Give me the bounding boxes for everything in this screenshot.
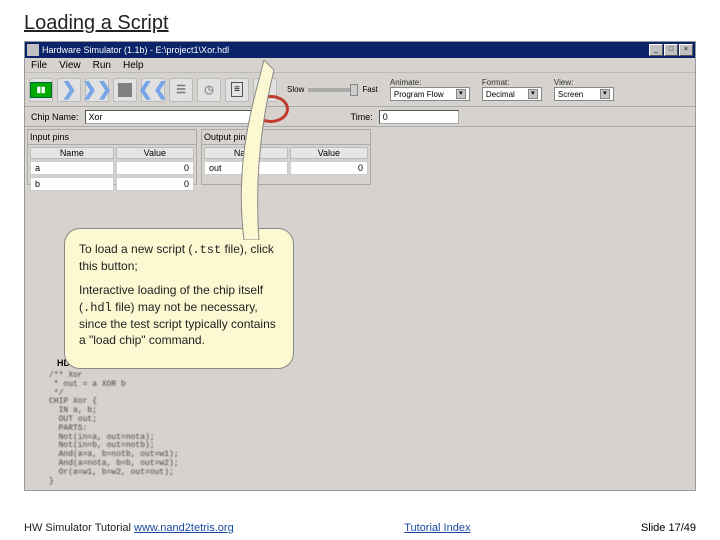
format-label: Format: xyxy=(482,78,542,87)
minimize-button[interactable]: _ xyxy=(649,44,663,56)
animate-label: Animate: xyxy=(390,78,470,87)
tutorial-index-link[interactable]: Tutorial Index xyxy=(404,522,470,534)
chipname-label: Chip Name: xyxy=(31,112,79,122)
chevron-down-icon: ▾ xyxy=(456,89,466,99)
speed-slider[interactable] xyxy=(308,88,358,92)
table-row: b0 xyxy=(30,177,194,191)
single-step-button[interactable]: ❯ xyxy=(57,78,81,102)
window-title: Hardware Simulator (1.1b) - E:\project1\… xyxy=(42,45,649,55)
hdl-code-area: /** Xor * out = a XOR b */ CHIP Xor { IN… xyxy=(49,372,229,486)
clock-button[interactable]: ◷ xyxy=(197,78,221,102)
time-label: Time: xyxy=(351,112,373,122)
toolbar: ▮▮ ❯ ❯❯ ❮❮ ☰ ◷ ≡ ⚑ Slow Fast Animate: Pr… xyxy=(25,73,695,107)
input-pins-header: Input pins xyxy=(28,130,196,145)
run-button[interactable]: ❯❯ xyxy=(85,78,109,102)
animate-value: Program Flow xyxy=(394,90,444,99)
menu-help[interactable]: Help xyxy=(123,60,144,71)
speed-slider-group: Slow Fast xyxy=(287,85,378,94)
col-value: Value xyxy=(290,147,368,159)
close-button[interactable]: × xyxy=(679,44,693,56)
chip-icon: ▮▮ xyxy=(30,82,52,98)
load-chip-button[interactable]: ▮▮ xyxy=(29,78,53,102)
view-label: View: xyxy=(554,78,614,87)
view-dropdown[interactable]: Screen ▾ xyxy=(554,87,614,101)
slide-footer: HW Simulator Tutorial www.nand2tetris.or… xyxy=(24,522,696,534)
format-dropdown[interactable]: Decimal ▾ xyxy=(482,87,542,101)
animate-dropdown[interactable]: Program Flow ▾ xyxy=(390,87,470,101)
callout: To load a new script (.tst file), click … xyxy=(64,228,294,369)
rewind-button[interactable]: ❮❮ xyxy=(141,78,165,102)
time-field: 0 xyxy=(379,110,459,124)
slide-title: Loading a Script xyxy=(24,12,696,35)
menu-bar: File View Run Help xyxy=(25,58,695,73)
callout-paragraph-1: To load a new script (.tst file), click … xyxy=(79,241,279,274)
fast-label: Fast xyxy=(362,85,378,94)
slow-label: Slow xyxy=(287,85,304,94)
eval-button[interactable]: ☰ xyxy=(169,78,193,102)
table-row: a0 xyxy=(30,161,194,175)
col-name: Name xyxy=(30,147,114,159)
chevron-down-icon: ▾ xyxy=(528,89,538,99)
chevron-down-icon: ▾ xyxy=(600,89,610,99)
menu-file[interactable]: File xyxy=(31,60,47,71)
col-value: Value xyxy=(116,147,194,159)
pin-panels: Input pins NameValue a0 b0 Output pins N… xyxy=(25,127,695,187)
menu-view[interactable]: View xyxy=(59,60,81,71)
slide-counter: Slide 17/49 xyxy=(641,522,696,534)
maximize-button[interactable]: □ xyxy=(664,44,678,56)
view-value: Screen xyxy=(558,90,583,99)
slider-thumb[interactable] xyxy=(350,84,358,96)
callout-paragraph-2: Interactive loading of the chip itself (… xyxy=(79,282,279,348)
footer-left: HW Simulator Tutorial www.nand2tetris.or… xyxy=(24,522,234,534)
tutorial-link[interactable]: www.nand2tetris.org xyxy=(134,522,234,534)
app-icon xyxy=(27,44,39,56)
callout-tail-icon xyxy=(224,60,284,240)
sub-toolbar: Chip Name: Xor Time: 0 xyxy=(25,107,695,127)
stop-icon xyxy=(118,83,132,97)
window-titlebar: Hardware Simulator (1.1b) - E:\project1\… xyxy=(25,42,695,58)
format-value: Decimal xyxy=(486,90,515,99)
menu-run[interactable]: Run xyxy=(93,60,111,71)
input-pins-panel: Input pins NameValue a0 b0 xyxy=(27,129,197,185)
stop-button[interactable] xyxy=(113,78,137,102)
